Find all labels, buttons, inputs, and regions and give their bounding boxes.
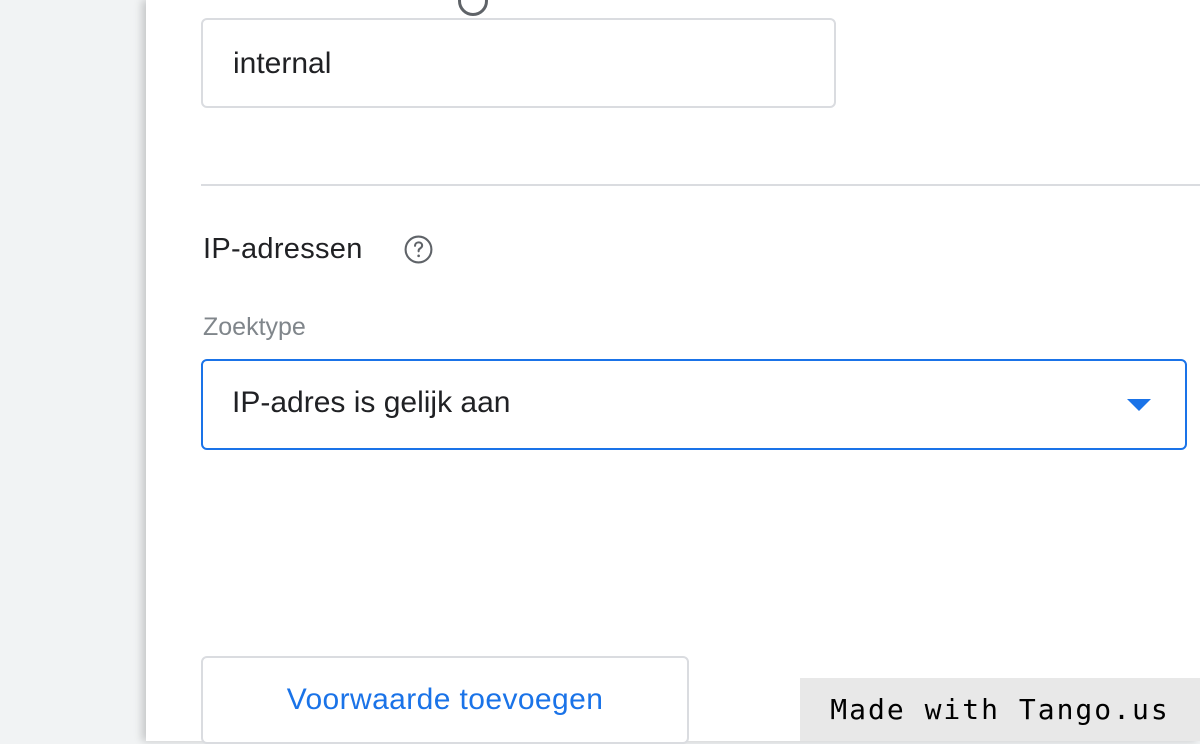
name-input[interactable]: internal <box>201 18 836 108</box>
left-background <box>0 0 146 741</box>
search-type-select[interactable]: IP-adres is gelijk aan <box>201 359 1187 450</box>
search-type-selected-value: IP-adres is gelijk aan <box>232 386 511 419</box>
search-type-label: Zoektype <box>203 313 306 341</box>
help-circle-icon[interactable] <box>403 234 434 265</box>
cropped-field-label <box>388 0 488 16</box>
section-divider <box>201 184 1200 186</box>
caret-down-icon <box>1127 399 1151 411</box>
ip-section-title: IP-adressen <box>203 233 363 265</box>
tango-watermark: Made with Tango.us <box>800 678 1200 741</box>
name-input-value: internal <box>233 47 332 80</box>
add-condition-button[interactable]: Voorwaarde toevoegen <box>201 656 689 744</box>
cropped-help-icon <box>458 0 488 16</box>
